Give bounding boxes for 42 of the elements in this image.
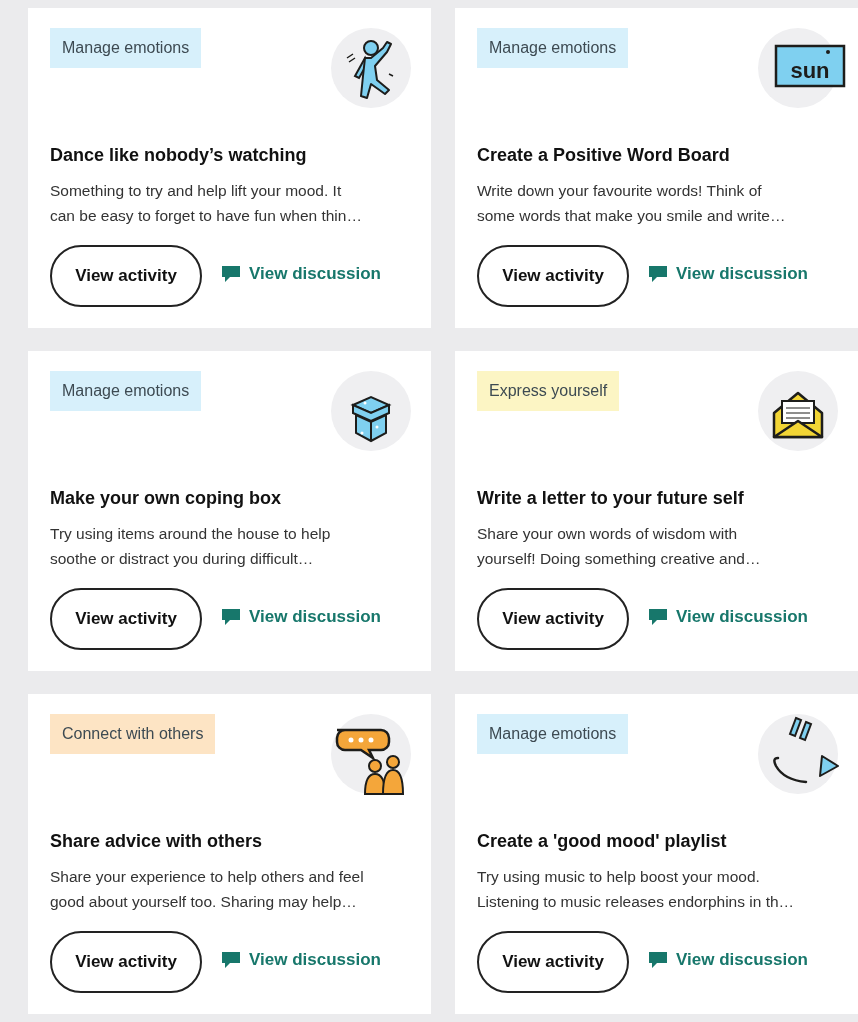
view-discussion-link[interactable]: View discussion [222, 264, 381, 284]
activity-title: Create a Positive Word Board [477, 144, 731, 166]
category-tag: Manage emotions [477, 28, 629, 68]
activity-description: Try using music to help boost your mood. Listening to music releases endorphins in th… [477, 867, 796, 912]
view-activity-button[interactable]: View activity [477, 588, 629, 650]
smiley-music-icon [773, 716, 839, 784]
speech-bubble-icon [649, 266, 667, 282]
activity-title: Create a 'good mood' playlist [477, 830, 728, 852]
view-activity-button[interactable]: View activity [50, 245, 202, 307]
view-discussion-link[interactable]: View discussion [649, 950, 808, 970]
speech-bubble-icon [649, 952, 667, 968]
category-tag: Connect with others [50, 714, 216, 754]
view-activity-button[interactable]: View activity [477, 245, 629, 307]
view-discussion-link[interactable]: View discussion [222, 950, 381, 970]
activity-description: Try using items around the house to help soothe or distract you during difficult… [50, 524, 332, 569]
people-chat-icon [335, 728, 404, 795]
view-activity-button[interactable]: View activity [50, 931, 202, 993]
category-tag: Manage emotions [50, 371, 202, 411]
view-discussion-link[interactable]: View discussion [222, 607, 381, 627]
category-tag: Manage emotions [50, 28, 202, 68]
speech-bubble-icon [649, 609, 667, 625]
speech-bubble-icon [222, 266, 240, 282]
activity-description: Something to try and help lift your mood. It can be easy to forget to have fun when thin… [50, 181, 363, 226]
envelope-icon [772, 391, 824, 439]
activity-title: Write a letter to your future self [477, 487, 745, 509]
view-discussion-link[interactable]: View discussion [649, 264, 808, 284]
activity-title: Make your own coping box [50, 487, 283, 509]
speech-bubble-icon [222, 609, 240, 625]
activity-description: Share your experience to help others and feel good about yourself too. Sharing may help… [50, 867, 365, 912]
dancer-icon [346, 40, 394, 99]
category-tag: Express yourself [477, 371, 620, 411]
speech-bubble-icon [222, 952, 240, 968]
view-discussion-link[interactable]: View discussion [649, 607, 808, 627]
view-activity-button[interactable]: View activity [50, 588, 202, 650]
gift-box-icon [350, 395, 392, 443]
activity-description: Write down your favourite words! Think of some words that make you smile and write… [477, 181, 787, 226]
sign-icon: sun [774, 44, 846, 88]
activity-description: Share your own words of wisdom with yourself! Doing something creative and… [477, 524, 762, 569]
activity-title: Dance like nobody’s watching [50, 144, 308, 166]
activity-title: Share advice with others [50, 830, 264, 852]
category-tag: Manage emotions [477, 714, 629, 754]
view-activity-button[interactable]: View activity [477, 931, 629, 993]
